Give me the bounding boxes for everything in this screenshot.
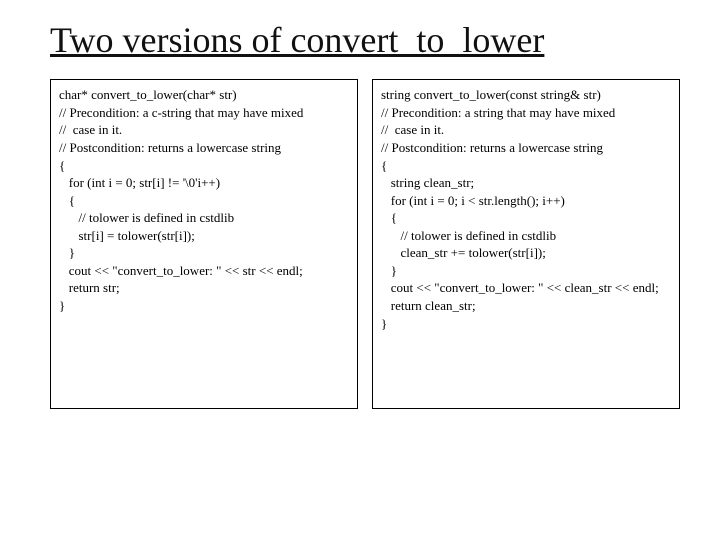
code-left: char* convert_to_lower(char* str) // Pre… bbox=[50, 79, 358, 409]
slide: Two versions of convert_to_lower char* c… bbox=[0, 0, 720, 540]
code-columns: char* convert_to_lower(char* str) // Pre… bbox=[50, 79, 680, 409]
slide-title: Two versions of convert_to_lower bbox=[50, 20, 680, 61]
code-right: string convert_to_lower(const string& st… bbox=[372, 79, 680, 409]
